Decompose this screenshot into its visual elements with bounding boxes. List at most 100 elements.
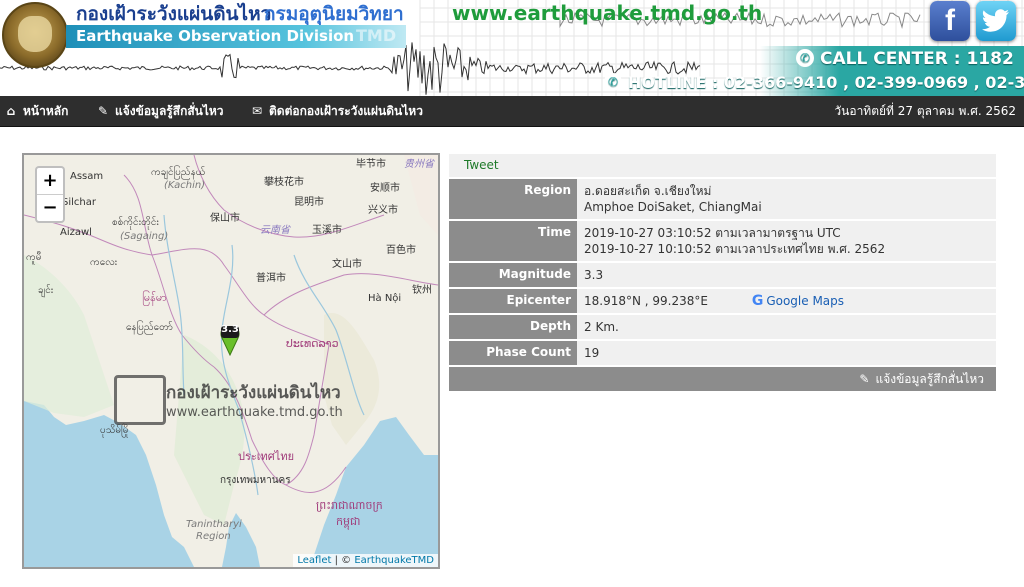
map-label-laos: ປະເທດລາວ [286,337,339,350]
map-label-guizhou: 贵州省 [404,159,434,170]
map-label-aizawl: Aizawl [60,227,92,238]
zoom-in-button[interactable]: + [37,168,63,195]
map-label-pathein: ပုသိမ်မြို [100,425,129,436]
epicenter-coordinates: 18.918°N , 99.238°E [584,294,708,308]
map-label-baise: 百色市 [386,245,416,256]
info-row-time: Time 2019-10-27 03:10:52 ตามเวลามาตรฐาน … [449,221,996,263]
info-value-magnitude: 3.3 [584,268,604,282]
nav-home[interactable]: ⌂ หน้าหลัก [4,96,69,126]
leaflet-link[interactable]: Leaflet [297,555,331,566]
map-label-chin: ချင်း [38,285,54,296]
tmd-seal-logo[interactable] [2,2,68,68]
map-label-anshun: 安顺市 [370,183,400,194]
call-center-line[interactable]: ✆ CALL CENTER : 1182 [796,49,1014,69]
info-label-phase-count: Phase Count [449,341,577,365]
time-utc: 2019-10-27 03:10:52 ตามเวลามาตรฐาน UTC [584,226,841,240]
info-value-phase-count: 19 [584,346,600,360]
map-label-panzhihua: 攀枝花市 [264,177,304,188]
twitter-bird-icon [982,9,1009,32]
time-thai: 2019-10-27 10:10:52 ตามเวลาประเทศไทย พ.ศ… [584,242,886,256]
attribution-separator: | © [331,555,355,566]
map-label-thailand: ประเทศไทย [238,450,295,463]
site-header: กองเฝ้าระวังแผ่นดินไหว กรมอุตุนิยมวิทยา … [0,0,1024,96]
current-date: วันอาทิตย์ที่ 27 ตุลาคม พ.ศ. 2562 [834,104,1016,118]
map-label-bangkok: กรุงเทพมหานคร [220,475,291,486]
info-value-region: อ.ดอยสะเก็ด จ.เชียงใหม่ Amphoe DoiSaket,… [577,179,996,219]
info-label-depth: Depth [449,315,577,339]
tmd-abbreviation: TMD [356,26,397,45]
info-value-epicenter: 18.918°N , 99.238°E G Google Maps [577,289,996,313]
hotline-text: HOTLINE : 02-366-9410 , 02-399-0969 , 02… [628,73,1024,92]
site-url[interactable]: www.earthquake.tmd.go.th [452,1,762,25]
report-felt-label: แจ้งข้อมูลรู้สึกสั่นไหว [875,372,984,386]
watermark-url: www.earthquake.tmd.go.th [166,405,343,420]
info-row-depth: Depth 2 Km. [449,315,996,341]
hotline-line[interactable]: ✆ HOTLINE : 02-366-9410 , 02-399-0969 , 0… [604,73,1024,92]
map-label-myanmar: မြန်မာ [142,291,167,304]
nav-home-label: หน้าหลัก [23,104,69,118]
site-title-en: Earthquake Observation Division [76,27,355,45]
watermark-logo [114,375,166,425]
map-label-puer: 普洱市 [256,273,286,284]
info-value-time: 2019-10-27 03:10:52 ตามเวลามาตรฐาน UTC 2… [577,221,996,261]
map-label-yuxi: 玉溪市 [312,225,342,236]
map-label-sagaing: (Sagaing) [120,231,169,242]
map-label-baoshan: 保山市 [210,213,240,224]
marker-magnitude: 3.3 [221,324,239,335]
info-label-epicenter: Epicenter [449,289,577,313]
map-label-kalay: ကလေး [90,257,118,268]
nav-report[interactable]: ✎ แจ้งข้อมูลรู้สึกสั่นไหว [96,96,224,126]
edit-document-icon: ✎ [859,372,870,386]
google-maps-label: Google Maps [766,294,845,308]
zoom-out-button[interactable]: − [37,195,63,221]
map-label-cambodia-2: កម្ពុជា [336,515,361,528]
google-maps-link[interactable]: G Google Maps [752,293,844,309]
map-label-naypyidaw: နေပြည်တော် [126,322,173,333]
nav-report-label: แจ้งข้อมูลรู้สึกสั่นไหว [115,104,224,118]
home-icon: ⌂ [6,104,16,118]
map-label-silchar: Silchar [62,197,96,208]
map-label-imphal: ကူမီ [26,252,42,263]
envelope-icon: ✉ [251,104,263,118]
info-label-time: Time [449,221,577,261]
phone-icon: ✆ [604,73,622,91]
nav-contact-label: ติดต่อกองเฝ้าระวังแผ่นดินไหว [269,104,423,118]
map-label-xingyi: 兴义市 [368,205,398,216]
map-label-sagaing-my: စစ်ကိုင်းတိုင်း [112,217,159,228]
map-label-cambodia: ព្រះរាជាណាចក្រ [316,499,383,512]
map-label-yunnan: 云南省 [260,225,290,236]
region-thai: อ.ดอยสะเก็ด จ.เชียงใหม่ [584,184,712,198]
facebook-icon[interactable]: f [930,1,970,41]
map-label-wenshan: 文山市 [332,259,362,270]
map-label-bijie: 毕节市 [356,159,386,170]
google-g-icon: G [751,293,764,309]
map-label-hanoi: Hà Nội [368,293,402,304]
info-row-phase-count: Phase Count 19 [449,341,996,367]
edit-document-icon: ✎ [97,104,109,118]
phone-icon: ✆ [796,49,814,67]
info-row-epicenter: Epicenter 18.918°N , 99.238°E G Google Ma… [449,289,996,315]
report-bar: ✎ แจ้งข้อมูลรู้สึกสั่นไหว [449,367,996,391]
info-row-magnitude: Magnitude 3.3 [449,263,996,289]
tweet-row: Tweet [449,154,996,179]
info-label-region: Region [449,179,577,219]
map-label-assam: Assam [70,171,104,182]
earthquake-tmd-link[interactable]: EarthquakeTMD [354,555,434,566]
call-center-text: CALL CENTER : 1182 [820,49,1014,69]
map-label-qinzhou: 钦州 [412,285,432,296]
map-label-region: Region [196,531,231,542]
nav-contact[interactable]: ✉ ติดต่อกองเฝ้าระวังแผ่นดินไหว [250,96,423,126]
main-nav: ⌂ หน้าหลัก ✎ แจ้งข้อมูลรู้สึกสั่นไหว ✉ ติดต… [0,96,1024,127]
region-english: Amphoe DoiSaket, ChiangMai [584,200,762,214]
map-label-tanintharyi: Tanintharyi [186,519,242,530]
watermark-title: กองเฝ้าระวังแผ่นดินไหว [166,383,341,403]
info-label-magnitude: Magnitude [449,263,577,287]
tweet-button[interactable]: Tweet [464,154,499,177]
map-label-kachin-my: ကချင်ပြည်နယ် [151,167,206,178]
twitter-icon[interactable] [976,1,1016,41]
info-row-region: Region อ.ดอยสะเก็ด จ.เชียงใหม่ Amphoe Do… [449,179,996,221]
map-attribution: Leaflet | © EarthquakeTMD [293,554,438,567]
zoom-control: + − [35,166,65,223]
report-felt-link[interactable]: ✎ แจ้งข้อมูลรู้สึกสั่นไหว [859,367,990,391]
earthquake-map[interactable]: Assam ကချင်ပြည်နယ် (Kachin) Silchar Aiza… [22,153,440,569]
